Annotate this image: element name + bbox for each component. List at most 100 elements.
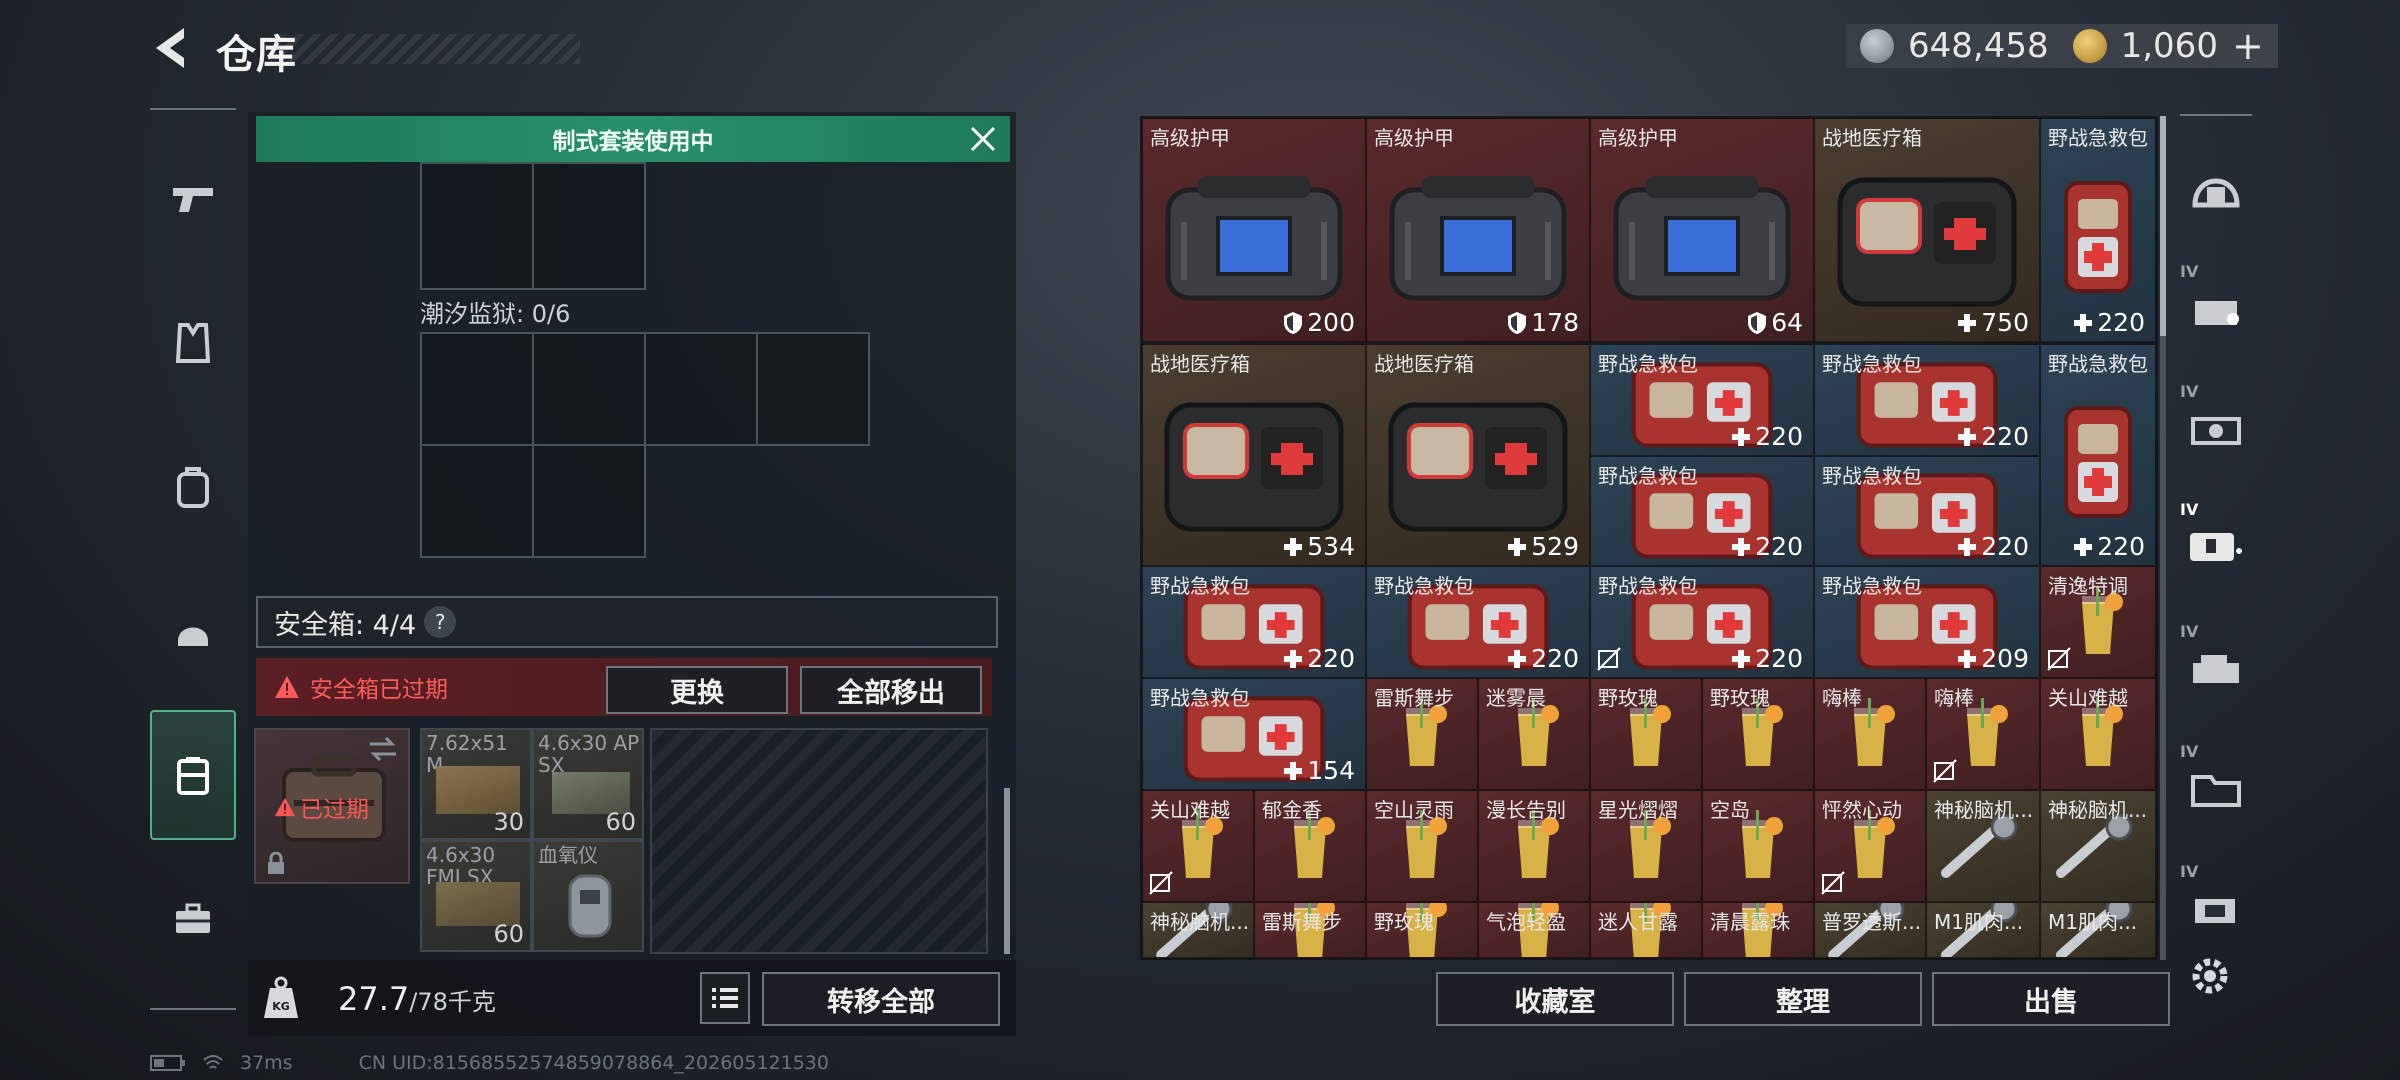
inventory-item[interactable]: 空山灵雨 [1366,790,1478,902]
item-name: 战地医疗箱 [1822,126,1922,150]
inventory-item[interactable]: 野玫瑰 [1590,678,1702,790]
inventory-item[interactable]: 怦然心动 [1814,790,1926,902]
inventory-item[interactable]: 漫长告别 [1478,790,1590,902]
nav-briefcase[interactable] [150,854,236,984]
inventory-item[interactable]: 气泡轻盈 [1478,902,1590,958]
move-all-out-button[interactable]: 全部移出 [800,666,982,714]
tier-label: IV [2180,500,2199,519]
sell-button[interactable]: 出售 [1932,972,2170,1026]
back-arrow-icon[interactable] [150,24,194,72]
inventory-item[interactable]: 清晨露珠 [1702,902,1814,958]
item-name: 野玫瑰 [1374,910,1434,934]
inventory-item[interactable]: 野玫瑰 [1366,902,1478,958]
add-currency-button[interactable]: + [2232,24,2264,68]
inventory-item[interactable]: 嗨棒 [1814,678,1926,790]
inventory-item[interactable]: 关山难越 [2040,678,2156,790]
item-ammo-46-fmj[interactable]: 4.6x30 FMJ SX 60 [420,840,532,952]
inventory-item[interactable]: 野战急救包 220 [1814,456,2040,566]
inventory-item[interactable]: 神秘脑机... [2040,790,2156,902]
item-name: 神秘脑机... [1150,910,1250,934]
inventory-item[interactable]: 高级护甲 200 [1142,118,1366,342]
category-weapon-slot-IV[interactable]: IV [2180,374,2252,484]
replace-button[interactable]: 更换 [606,666,788,714]
warning-icon [275,797,295,817]
item-ammo-46-ap[interactable]: 4.6x30 AP SX 60 [532,728,644,840]
preset-banner-text: 制式套装使用中 [552,129,714,155]
item-ammo-762[interactable]: 7.62x51 M... 30 [420,728,532,840]
grid-slot[interactable] [644,332,758,446]
inventory-item[interactable]: 野战急救包 220 [1814,344,2040,456]
grid-slot[interactable] [532,162,646,290]
inventory-item[interactable]: 野战急救包 220 [2040,344,2156,566]
left-scrollbar[interactable] [1004,788,1010,954]
grid-slot[interactable] [532,444,646,558]
nav-armor[interactable] [150,278,236,408]
durability-shield-icon [1508,311,1527,334]
list-view-button[interactable] [700,972,750,1024]
inventory-item[interactable]: 空岛 [1702,790,1814,902]
inventory-item[interactable]: 野战急救包 220 [2040,118,2156,342]
inventory-item[interactable]: 嗨棒 [1926,678,2040,790]
inventory-item[interactable]: 野战急救包 220 [1590,344,1814,456]
nav-backpack[interactable] [150,422,236,552]
nav-weapon[interactable] [150,134,236,264]
inventory-item[interactable]: 野战急救包 220 [1590,566,1814,678]
inventory-item[interactable]: M1肌肉... [2040,902,2156,958]
inventory-item[interactable]: M1肌肉... [1926,902,2040,958]
item-name: 野战急救包 [1150,686,1250,710]
safe-box-empty-area [650,728,988,954]
settings-gear-icon[interactable] [2184,950,2236,1002]
inventory-item[interactable]: 野战急救包 220 [1142,566,1366,678]
nav-helmet[interactable] [150,566,236,696]
category-misc-slot-IV[interactable]: IV [2180,854,2252,964]
category-armor-slot-IV[interactable]: IV [2180,254,2252,364]
sort-button[interactable]: 整理 [1684,972,1922,1026]
inventory-item[interactable]: 高级护甲 178 [1366,118,1590,342]
inventory-item[interactable]: 清逸特调 [2040,566,2156,678]
inventory-item[interactable]: 战地医疗箱 534 [1142,344,1366,566]
inventory-item[interactable]: 雷斯舞步 [1366,678,1478,790]
grid-slot[interactable] [756,332,870,446]
swap-icon[interactable] [366,736,400,762]
inventory-item[interactable]: 迷雾晨 [1478,678,1590,790]
inventory-item[interactable]: 星光熠熠 [1590,790,1702,902]
grid-slot[interactable] [532,332,646,446]
medical-box-icon [1164,402,1344,532]
inventory-item[interactable]: 郁金香 [1254,790,1366,902]
close-icon[interactable] [966,122,1000,156]
inventory-item[interactable]: 野战急救包 154 [1142,678,1366,790]
item-oximeter[interactable]: 血氧仪 [532,840,644,952]
nav-safe-box[interactable] [150,710,236,840]
help-button[interactable]: ? [424,606,457,638]
item-value: 534 [1307,532,1355,561]
collection-room-button[interactable]: 收藏室 [1436,972,1674,1026]
inventory-scroll-thumb[interactable] [2160,116,2166,336]
grid-slot[interactable] [420,332,534,446]
inventory-item[interactable]: 野战急救包 220 [1366,566,1590,678]
category-medical-slot-IV[interactable]: IV [2180,492,2252,602]
grid-slot[interactable] [420,162,534,290]
inventory-item[interactable]: 野玫瑰 [1702,678,1814,790]
item-value: 209 [1981,644,2029,673]
item-value: 220 [1531,644,1579,673]
inventory-item[interactable]: 高级护甲 64 [1590,118,1814,342]
category-helmet-slot[interactable] [2180,134,2252,244]
inventory-item[interactable]: 野战急救包 209 [1814,566,2040,678]
inventory-item[interactable]: 神秘脑机... [1926,790,2040,902]
first-aid-kit-icon [2064,180,2132,293]
inventory-item[interactable]: 野战急救包 220 [1590,456,1814,566]
inventory-item[interactable]: 普罗透斯... [1814,902,1926,958]
inventory-item[interactable]: 战地医疗箱 750 [1814,118,2040,342]
item-name: 野战急救包 [1822,464,1922,488]
item-name: 血氧仪 [538,843,598,867]
inventory-item[interactable]: 神秘脑机... [1142,902,1254,958]
inventory-item[interactable]: 战地医疗箱 529 [1366,344,1590,566]
category-folder-slot-IV[interactable]: IV [2180,734,2252,844]
inventory-item[interactable]: 关山难越 [1142,790,1254,902]
transfer-all-button[interactable]: 转移全部 [762,972,1000,1026]
item-name: 气泡轻盈 [1486,910,1566,934]
inventory-item[interactable]: 雷斯舞步 [1254,902,1366,958]
grid-slot[interactable] [420,444,534,558]
category-vehicle-slot-IV[interactable]: IV [2180,614,2252,724]
inventory-item[interactable]: 迷人甘露 [1590,902,1702,958]
